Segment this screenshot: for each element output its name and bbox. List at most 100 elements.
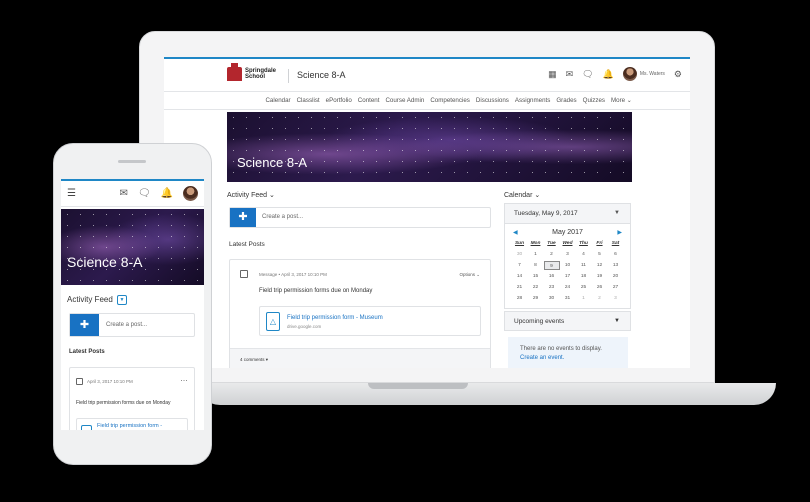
- course-title: Science 8-A: [297, 70, 346, 80]
- upcoming-events-header[interactable]: Upcoming events ▼: [504, 311, 631, 331]
- calendar-day[interactable]: 18: [576, 272, 592, 281]
- create-event-link[interactable]: Create an event.: [520, 354, 616, 363]
- attachment-source: drive.google.com: [287, 324, 322, 329]
- calendar-day[interactable]: 5: [592, 250, 608, 259]
- nav-competencies[interactable]: Competencies: [430, 97, 470, 104]
- calendar-day[interactable]: 28: [512, 294, 528, 303]
- nav-grades[interactable]: Grades: [556, 97, 576, 104]
- calendar-day[interactable]: 10: [560, 261, 576, 270]
- weekday-header: Fri: [596, 241, 603, 246]
- calendar-day[interactable]: 8: [528, 261, 544, 270]
- phone-attachment-title[interactable]: Field trip permission form -: [97, 423, 162, 429]
- calendar-current-date[interactable]: Tuesday, May 9, 2017 ▼: [505, 204, 630, 224]
- calendar-day[interactable]: 30: [544, 294, 560, 303]
- nav-assignments[interactable]: Assignments: [515, 97, 550, 104]
- phone-attachment-card[interactable]: △ Field trip permission form -: [76, 418, 188, 430]
- calendar-day[interactable]: 1: [576, 294, 592, 303]
- calendar-day[interactable]: 19: [592, 272, 608, 281]
- menu-icon[interactable]: ☰: [67, 189, 76, 199]
- caret-down-icon[interactable]: ▼: [614, 210, 620, 216]
- banner-title: Science 8-A: [237, 155, 308, 170]
- calendar-day[interactable]: 21: [512, 283, 528, 292]
- mail-icon[interactable]: ✉: [119, 188, 127, 199]
- calendar-day[interactable]: 3: [560, 250, 576, 259]
- attachment-title[interactable]: Field trip permission form - Museum: [287, 315, 383, 321]
- calendar-day[interactable]: 4: [576, 250, 592, 259]
- attachment-card[interactable]: △ Field trip permission form - Museum dr…: [259, 306, 481, 336]
- chevron-down-icon[interactable]: ▼: [117, 295, 128, 305]
- calendar-day[interactable]: 14: [512, 272, 528, 281]
- calendar-widget: Tuesday, May 9, 2017 ▼ ◀ May 2017 ▶ Sun …: [504, 203, 631, 309]
- calendar-day[interactable]: 7: [512, 261, 528, 270]
- comments-toggle[interactable]: 4 comments ▾: [240, 357, 268, 363]
- caret-down-icon[interactable]: ▼: [614, 318, 620, 324]
- calendar-day[interactable]: 6: [608, 250, 624, 259]
- calendar-day[interactable]: 30: [512, 250, 528, 259]
- create-post-box[interactable]: ✚ Create a post...: [229, 207, 491, 228]
- bell-icon[interactable]: 🔔: [603, 69, 614, 80]
- nav-course-admin[interactable]: Course Admin: [385, 97, 424, 104]
- create-post-input[interactable]: Create a post...: [262, 214, 303, 220]
- prev-month-icon[interactable]: ◀: [513, 229, 518, 236]
- post-options-button[interactable]: Options ⌄: [459, 272, 480, 278]
- calendar-day[interactable]: 17: [560, 272, 576, 281]
- banner-stars: [61, 209, 204, 285]
- calendar-day[interactable]: 20: [608, 272, 624, 281]
- calendar-day[interactable]: 11: [576, 261, 592, 270]
- calendar-day[interactable]: 2: [544, 250, 560, 259]
- calendar-month: May 2017: [552, 229, 583, 236]
- grid-icon[interactable]: ▦: [548, 69, 557, 80]
- nav-classlist[interactable]: Classlist: [297, 97, 320, 104]
- calendar-day[interactable]: 1: [528, 250, 544, 259]
- plus-icon[interactable]: ✚: [230, 208, 256, 227]
- calendar-day[interactable]: 16: [544, 272, 560, 281]
- post-footer: 4 comments ▾: [230, 348, 490, 368]
- next-month-icon[interactable]: ▶: [617, 229, 622, 236]
- calendar-month-bar: ◀ May 2017 ▶: [505, 229, 630, 236]
- calendar-day[interactable]: 27: [608, 283, 624, 292]
- nav-calendar[interactable]: Calendar: [265, 97, 290, 104]
- avatar[interactable]: [183, 186, 198, 201]
- calendar-label[interactable]: Calendar ⌄: [504, 191, 540, 199]
- activity-feed-label[interactable]: Activity Feed ⌄: [227, 191, 275, 199]
- chat-icon[interactable]: 🗨: [138, 188, 151, 199]
- calendar-day[interactable]: 31: [560, 294, 576, 303]
- calendar-day[interactable]: 13: [608, 261, 624, 270]
- plus-icon[interactable]: ✚: [70, 314, 99, 336]
- nav-more[interactable]: More ⌄: [611, 97, 632, 104]
- calendar-day[interactable]: 3: [608, 294, 624, 303]
- phone-create-post-input[interactable]: Create a post...: [106, 322, 147, 328]
- calendar-day[interactable]: 25: [576, 283, 592, 292]
- nav-content[interactable]: Content: [358, 97, 380, 104]
- nav-quizzes[interactable]: Quizzes: [583, 97, 605, 104]
- calendar-day[interactable]: 24: [560, 283, 576, 292]
- more-options-icon[interactable]: …: [180, 374, 188, 383]
- calendar-day[interactable]: 22: [528, 283, 544, 292]
- phone-screen: ☰ ✉ 🗨 🔔 Science 8-A Activity Feed ▼ ✚ Cr…: [61, 179, 204, 430]
- phone-activity-feed-label[interactable]: Activity Feed ▼: [67, 295, 128, 305]
- calendar-day[interactable]: 15: [528, 272, 544, 281]
- calendar-day[interactable]: 26: [592, 283, 608, 292]
- avatar[interactable]: [622, 67, 637, 81]
- banner-stars: [227, 112, 632, 182]
- gear-icon[interactable]: ⚙: [674, 69, 682, 80]
- nav-eportfolio[interactable]: ePortfolio: [326, 97, 352, 104]
- calendar-grid: Sun Mon Tue Wed Thu Fri Sat 30 1 2 3 4 5…: [505, 239, 630, 303]
- calendar-day[interactable]: 29: [528, 294, 544, 303]
- mail-icon[interactable]: ✉: [566, 69, 574, 80]
- phone-create-post-box[interactable]: ✚ Create a post...: [69, 313, 195, 337]
- chat-icon[interactable]: 🗨: [582, 69, 593, 80]
- post-body: Field trip permission forms due on Monda…: [259, 288, 373, 294]
- bell-icon[interactable]: 🔔: [161, 188, 173, 199]
- calendar-day[interactable]: 2: [592, 294, 608, 303]
- header-divider: [288, 69, 289, 83]
- weekday-header: Sun: [514, 241, 525, 246]
- user-name[interactable]: Ms. Waters: [640, 71, 665, 77]
- top-bar: Springdale School Science 8-A ▦ ✉ 🗨 🔔 Ms…: [164, 59, 690, 92]
- calendar-day[interactable]: 23: [544, 283, 560, 292]
- calendar-day[interactable]: 12: [592, 261, 608, 270]
- calendar-day-selected[interactable]: 9: [543, 261, 560, 270]
- laptop-screen: Springdale School Science 8-A ▦ ✉ 🗨 🔔 Ms…: [164, 57, 690, 368]
- school-logo[interactable]: Springdale School: [227, 63, 285, 81]
- nav-discussions[interactable]: Discussions: [476, 97, 509, 104]
